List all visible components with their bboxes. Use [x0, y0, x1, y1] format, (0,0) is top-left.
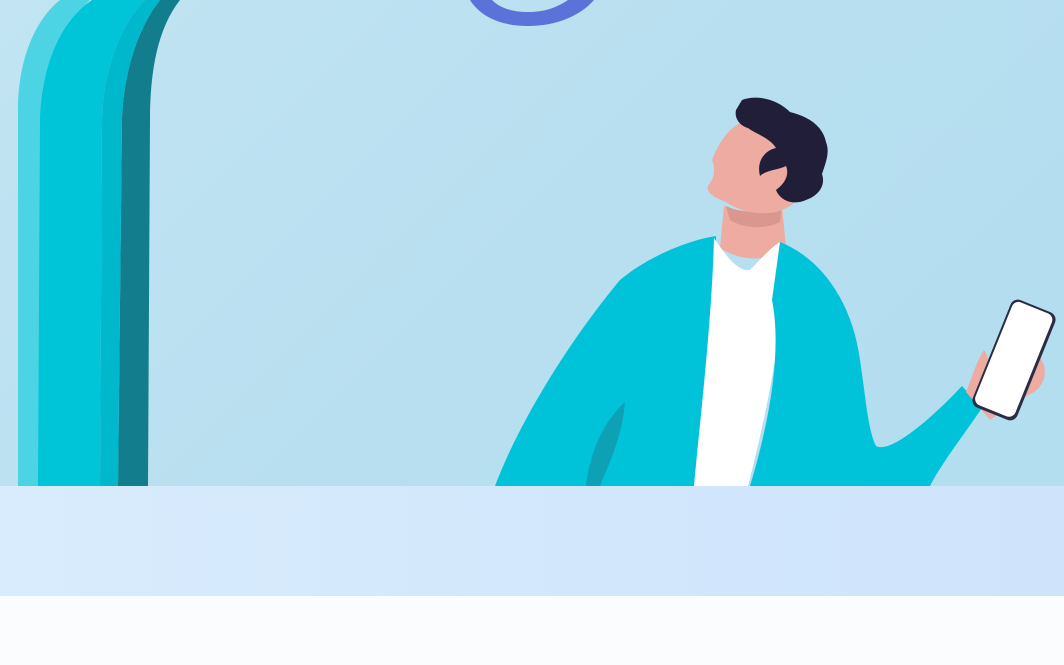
arch-column	[18, 0, 180, 486]
jacket-right	[750, 242, 982, 486]
footer-area	[0, 596, 1064, 665]
ring-shape	[470, 0, 594, 26]
hero-illustration	[0, 0, 1064, 486]
man-figure	[495, 97, 1056, 486]
page	[0, 0, 1064, 665]
content-band	[0, 486, 1064, 596]
hero-svg	[18, 0, 1056, 486]
